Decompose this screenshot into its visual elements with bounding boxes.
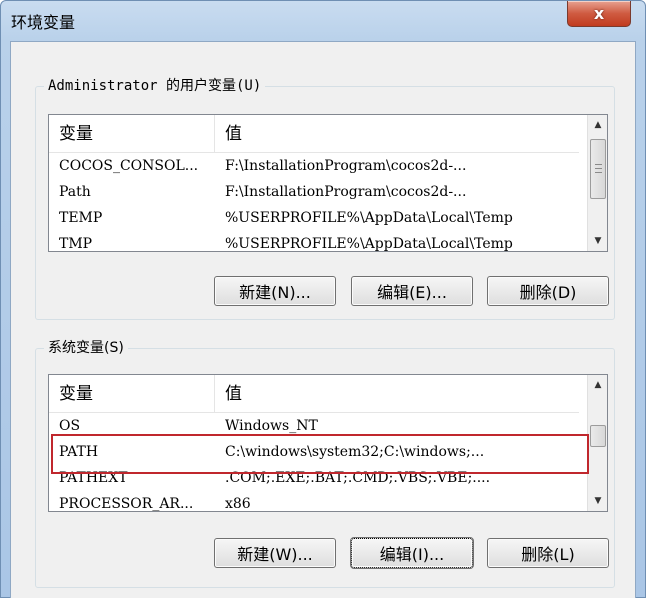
scroll-thumb[interactable] xyxy=(590,425,606,447)
variable-value: x86 xyxy=(225,496,251,512)
close-button[interactable]: x xyxy=(567,1,631,27)
close-icon: x xyxy=(593,4,605,23)
environment-variables-window: 环境变量 x Administrator 的用户变量(U) 变量 值 COCOS… xyxy=(0,0,646,598)
scroll-up-arrow-icon[interactable]: ▲ xyxy=(588,375,607,395)
column-header-variable[interactable]: 变量 xyxy=(49,115,215,153)
scroll-down-arrow-icon[interactable]: ▼ xyxy=(588,491,607,511)
scroll-down-arrow-icon[interactable]: ▼ xyxy=(588,231,607,251)
list-item[interactable]: Path F:\InstallationProgram\cocos2d-... xyxy=(49,179,579,205)
variable-name: COCOS_CONSOL... xyxy=(59,158,199,174)
column-header-value[interactable]: 值 xyxy=(215,375,579,413)
title-bar[interactable]: 环境变量 x xyxy=(1,1,645,41)
user-list-scrollbar[interactable]: ▲ ▼ xyxy=(587,115,607,251)
variable-value: %USERPROFILE%\AppData\Local\Temp xyxy=(225,236,513,252)
system-edit-button[interactable]: 编辑(I)... xyxy=(350,537,474,569)
variable-name: TEMP xyxy=(59,210,103,226)
system-delete-button[interactable]: 删除(L) xyxy=(487,538,609,568)
system-variables-list-header: 变量 值 xyxy=(49,375,579,413)
scroll-up-arrow-icon[interactable]: ▲ xyxy=(588,115,607,135)
user-new-button[interactable]: 新建(N)... xyxy=(214,276,336,306)
user-edit-button[interactable]: 编辑(E)... xyxy=(351,276,473,306)
user-variables-group-label: Administrator 的用户变量(U) xyxy=(44,76,266,96)
user-delete-button[interactable]: 删除(D) xyxy=(487,276,609,306)
column-header-value[interactable]: 值 xyxy=(215,115,579,153)
path-row-highlight-box xyxy=(51,434,589,474)
variable-name: TMP xyxy=(59,236,93,252)
window-title: 环境变量 xyxy=(11,13,76,32)
user-variables-list[interactable]: 变量 值 COCOS_CONSOL... F:\InstallationProg… xyxy=(48,114,608,252)
variable-name: PROCESSOR_AR... xyxy=(59,496,194,512)
dialog-client-area: Administrator 的用户变量(U) 变量 值 COCOS_CONSOL… xyxy=(10,41,636,598)
user-variables-list-header: 变量 值 xyxy=(49,115,579,153)
system-variables-group-label: 系统变量(S) xyxy=(44,338,128,358)
variable-name: Path xyxy=(59,184,91,200)
list-item[interactable]: COCOS_CONSOL... F:\InstallationProgram\c… xyxy=(49,153,579,179)
variable-value: %USERPROFILE%\AppData\Local\Temp xyxy=(225,210,513,226)
list-item[interactable]: TEMP %USERPROFILE%\AppData\Local\Temp xyxy=(49,205,579,231)
variable-value: F:\InstallationProgram\cocos2d-... xyxy=(225,158,467,174)
list-item[interactable]: PROCESSOR_AR... x86 xyxy=(49,491,579,512)
variable-value: F:\InstallationProgram\cocos2d-... xyxy=(225,184,467,200)
scroll-thumb[interactable] xyxy=(590,139,606,199)
column-header-variable[interactable]: 变量 xyxy=(49,375,215,413)
list-item[interactable]: TMP %USERPROFILE%\AppData\Local\Temp xyxy=(49,231,579,252)
system-new-button[interactable]: 新建(W)... xyxy=(214,538,336,568)
system-list-scrollbar[interactable]: ▲ ▼ xyxy=(587,375,607,511)
